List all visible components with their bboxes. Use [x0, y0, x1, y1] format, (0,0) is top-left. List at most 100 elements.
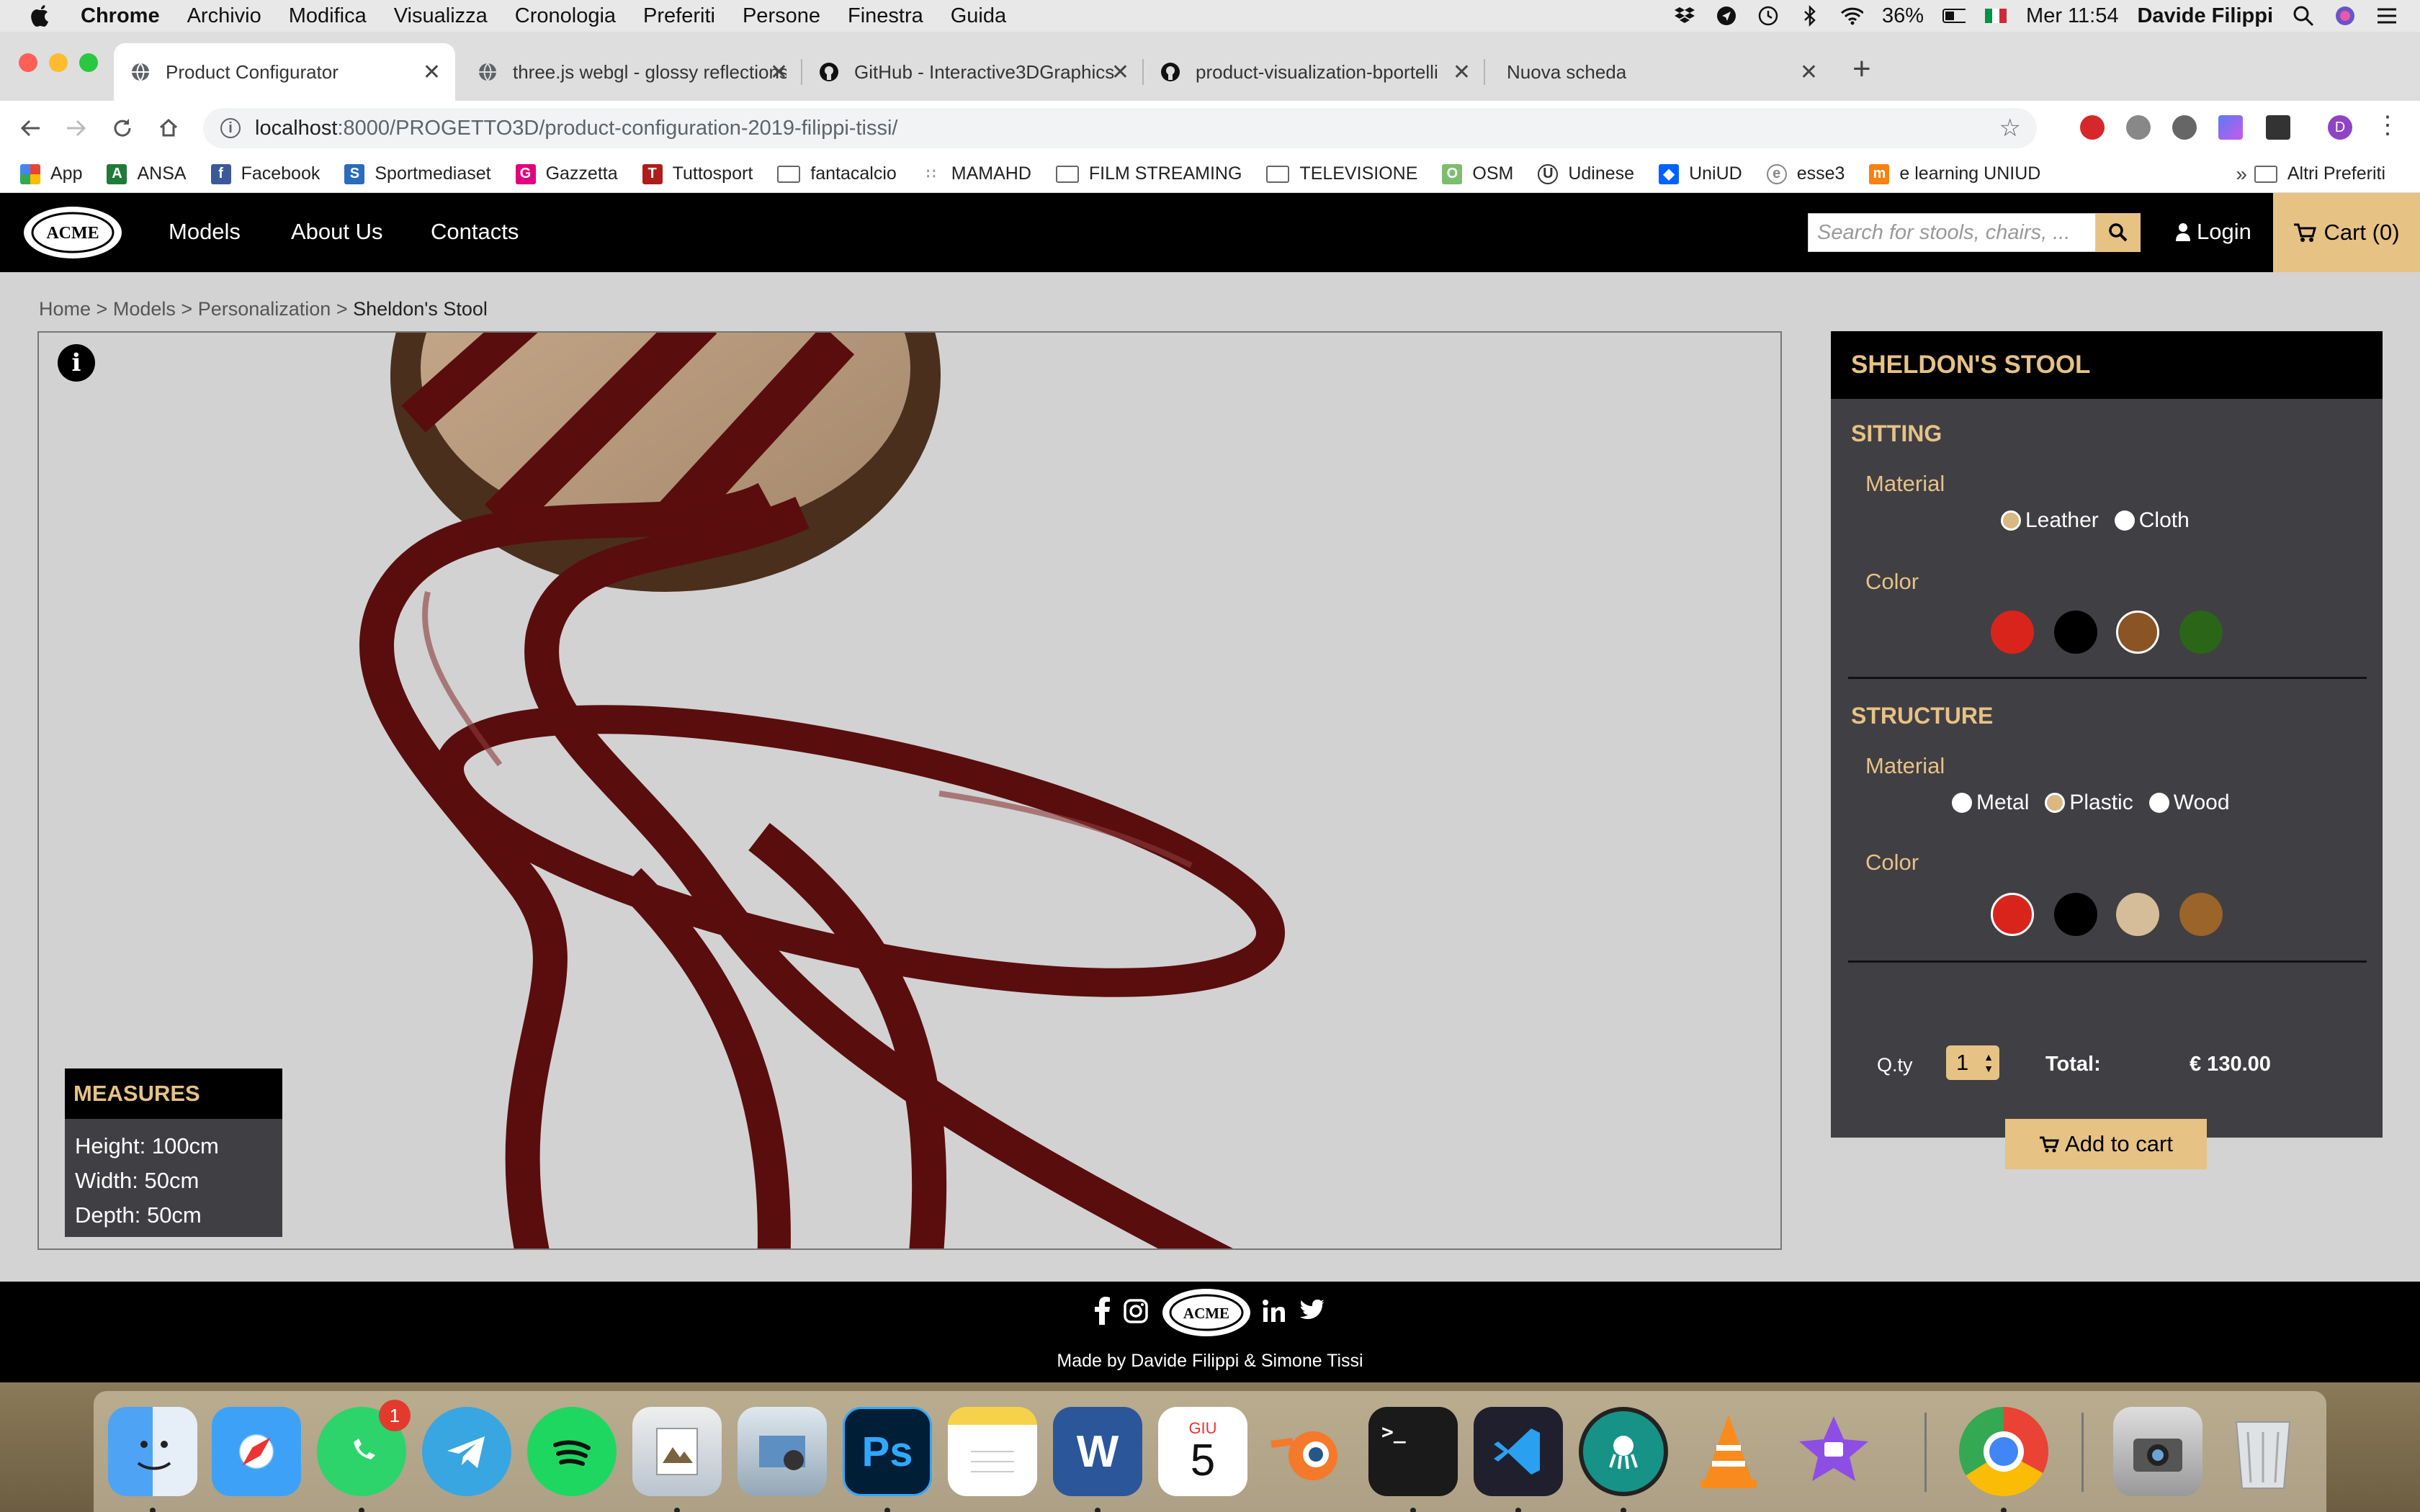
image-capture-icon[interactable] — [738, 1407, 827, 1496]
zoom-window-button[interactable] — [79, 53, 98, 72]
dropbox-status-icon[interactable] — [1673, 4, 1696, 27]
menu-preferiti[interactable]: Preferiti — [643, 4, 715, 28]
bookmark-star-icon[interactable]: ☆ — [1999, 114, 2021, 143]
add-to-cart-button[interactable]: Add to cart — [2005, 1119, 2207, 1169]
notes-icon[interactable] — [948, 1407, 1037, 1496]
structure-color-red[interactable] — [1991, 893, 2034, 936]
bookmark-udinese[interactable]: U Udinese — [1538, 163, 1634, 184]
close-tab-icon[interactable]: ✕ — [1800, 60, 1818, 85]
home-button[interactable] — [154, 114, 183, 143]
adblock-extension-icon[interactable] — [2080, 115, 2105, 140]
terminal-icon[interactable]: >_ — [1368, 1407, 1458, 1496]
chrome-menu-icon[interactable]: ⋮ — [2375, 113, 2400, 140]
stool-render[interactable] — [39, 333, 1782, 1250]
minimize-window-button[interactable] — [49, 53, 68, 72]
bookmarks-overflow-button[interactable]: » — [2236, 163, 2247, 186]
imovie-icon[interactable] — [1789, 1407, 1878, 1496]
screenshot-icon[interactable] — [2113, 1407, 2202, 1496]
3d-model-viewer[interactable]: i MEASURES Height: 100cm Width: 50cm Dep… — [37, 331, 1782, 1250]
word-icon[interactable]: W — [1053, 1407, 1142, 1496]
nav-about-us[interactable]: About Us — [291, 219, 383, 245]
bookmark-elearning[interactable]: me learning UNIUD — [1869, 163, 2040, 184]
breadcrumb-home[interactable]: Home — [39, 298, 91, 320]
spotlight-search-icon[interactable] — [2292, 4, 2315, 27]
bookmark-mamahd[interactable]: ∷ MAMAHD — [921, 163, 1031, 184]
time-machine-icon[interactable] — [1757, 4, 1780, 27]
facebook-icon[interactable] — [1095, 1296, 1111, 1325]
bookmark-fantacalcio[interactable]: fantacalcio — [777, 163, 897, 184]
structure-material-wood[interactable]: Wood — [2148, 791, 2230, 815]
close-tab-icon[interactable]: ✕ — [770, 60, 788, 85]
address-bar[interactable]: i localhost:8000/PROGETTO3D/product-conf… — [203, 108, 2037, 148]
site-search-input[interactable]: Search for stools, chairs, ... — [1808, 213, 2096, 252]
safari-icon[interactable] — [212, 1407, 301, 1496]
bookmark-facebook[interactable]: f Facebook — [210, 163, 320, 184]
menu-archivio[interactable]: Archivio — [187, 4, 261, 28]
close-tab-icon[interactable]: ✕ — [1111, 60, 1129, 85]
wifi-icon[interactable] — [1840, 4, 1863, 27]
structure-material-plastic[interactable]: Plastic — [2045, 791, 2133, 815]
clock[interactable]: Mer 11:54 — [2026, 4, 2118, 28]
menu-cronologia[interactable]: Cronologia — [515, 4, 616, 28]
reload-button[interactable] — [108, 114, 137, 143]
sitting-material-cloth[interactable]: Cloth — [2114, 508, 2190, 533]
quantity-select[interactable]: 1 ▲ ▼ — [1946, 1045, 1999, 1080]
profile-avatar[interactable]: D — [2328, 115, 2352, 140]
location-status-icon[interactable] — [1715, 4, 1738, 27]
forward-button[interactable] — [62, 114, 91, 143]
cart-button[interactable]: Cart (0) — [2273, 193, 2420, 272]
twitter-icon[interactable] — [1299, 1299, 1325, 1322]
bookmark-film-streaming[interactable]: FILM STREAMING — [1055, 163, 1242, 184]
tab-new[interactable]: Nuova scheda ✕ — [1491, 43, 1832, 101]
bookmark-altri-preferiti[interactable]: Altri Preferiti — [2254, 163, 2385, 184]
blender-icon[interactable] — [1263, 1407, 1353, 1496]
back-button[interactable] — [16, 114, 45, 143]
close-window-button[interactable] — [19, 53, 37, 72]
bookmark-sportmediaset[interactable]: S Sportmediaset — [344, 163, 491, 184]
sitting-material-leather[interactable]: Leather — [2001, 508, 2099, 533]
close-tab-icon[interactable]: ✕ — [423, 60, 441, 85]
recycle-extension-icon[interactable] — [2172, 115, 2197, 140]
bookmark-uniud[interactable]: ◆ UniUD — [1659, 163, 1742, 184]
spotify-icon[interactable] — [527, 1407, 617, 1496]
nav-models[interactable]: Models — [169, 219, 241, 245]
eyedropper-extension-icon[interactable] — [2266, 115, 2290, 140]
sitting-color-green[interactable] — [2179, 611, 2223, 654]
breadcrumb-models[interactable]: Models — [113, 298, 176, 320]
telegram-icon[interactable] — [422, 1407, 511, 1496]
preview-icon[interactable] — [632, 1407, 722, 1496]
calendar-icon[interactable]: GIU 5 — [1158, 1407, 1247, 1496]
menu-finestra[interactable]: Finestra — [848, 4, 923, 28]
tab-product-configurator[interactable]: Product Configurator ✕ — [114, 43, 455, 101]
structure-color-black[interactable] — [2054, 893, 2097, 936]
bluetooth-icon[interactable] — [1798, 4, 1821, 27]
linkedin-icon[interactable] — [1262, 1299, 1286, 1323]
tab-github-interactive[interactable]: GitHub - Interactive3DGraphics ✕ — [802, 43, 1144, 101]
battery-icon[interactable] — [1942, 4, 1966, 27]
bookmark-gazzetta[interactable]: G Gazzetta — [515, 163, 618, 184]
menu-modifica[interactable]: Modifica — [289, 4, 367, 28]
new-tab-button[interactable]: + — [1852, 53, 1871, 85]
siri-icon[interactable] — [2334, 4, 2357, 27]
bookmark-osm[interactable]: O OSM — [1442, 163, 1513, 184]
nav-contacts[interactable]: Contacts — [431, 219, 519, 245]
vlc-icon[interactable] — [1684, 1407, 1773, 1496]
apple-icon[interactable] — [26, 1, 55, 30]
info-icon[interactable]: i — [58, 344, 95, 382]
bookmark-app[interactable]: App — [20, 163, 82, 184]
instagram-icon[interactable] — [1124, 1299, 1148, 1323]
trash-icon[interactable] — [2218, 1407, 2308, 1496]
sitting-color-brown[interactable] — [2116, 611, 2159, 654]
user-name[interactable]: Davide Filippi — [2137, 4, 2273, 28]
tab-github-visualization[interactable]: product-visualization-bportelli ✕ — [1144, 43, 1485, 101]
menu-persone[interactable]: Persone — [743, 4, 820, 28]
vscode-icon[interactable] — [1474, 1407, 1563, 1496]
site-search-button[interactable] — [2096, 213, 2141, 252]
finder-icon[interactable] — [108, 1407, 197, 1496]
flag-italy-icon[interactable] — [1984, 4, 2007, 27]
close-tab-icon[interactable]: ✕ — [1453, 60, 1471, 85]
menu-visualizza[interactable]: Visualizza — [394, 4, 488, 28]
sitting-color-black[interactable] — [2054, 611, 2097, 654]
acme-footer-logo[interactable]: ACME — [1161, 1287, 1252, 1338]
chrome-icon[interactable] — [1959, 1407, 2048, 1496]
